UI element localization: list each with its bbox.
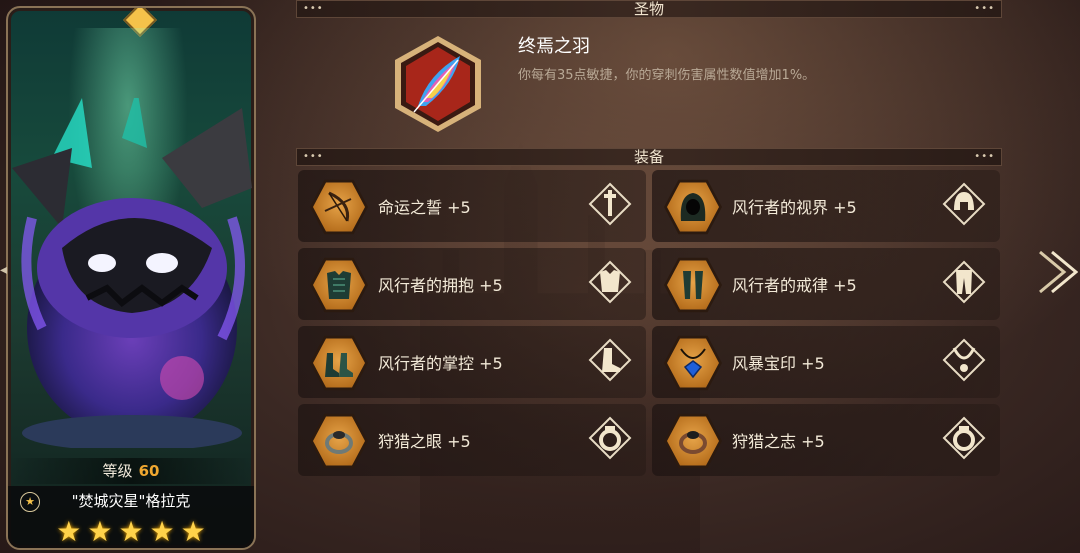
ring-slot-icon <box>942 416 986 460</box>
equipment-label: 命运之誓 +5 <box>378 198 471 217</box>
equipment-item[interactable]: 狩猎之眼 +5 <box>298 404 646 476</box>
item-frame <box>310 179 368 235</box>
item-frame <box>310 335 368 391</box>
weapon-slot-icon <box>588 182 632 226</box>
decor-dots: ••• <box>303 151 324 162</box>
equipment-item[interactable]: 风行者的掌控 +5 <box>298 326 646 398</box>
necklace-slot-icon <box>942 338 986 382</box>
hero-portrait <box>12 98 252 448</box>
ring-icon <box>679 431 707 454</box>
equipment-label: 风暴宝印 +5 <box>732 354 825 373</box>
feather-icon[interactable] <box>388 34 488 134</box>
equipment-label: 狩猎之志 +5 <box>732 432 825 451</box>
armor-slot-icon <box>588 260 632 304</box>
equipment-item[interactable]: 命运之誓 +5 <box>298 170 646 242</box>
relic-description: 你每有35点敏捷，你的穿刺伤害属性数值增加1%。 <box>518 68 816 83</box>
legs-slot-icon <box>942 260 986 304</box>
equipment-item[interactable]: 风行者的拥抱 +5 <box>298 248 646 320</box>
star-icon: ★ <box>149 515 175 548</box>
hero-name-bar: ★ "焚城灾星"格拉克 <box>8 486 254 516</box>
bow-icon <box>324 191 352 222</box>
equipment-label: 风行者的戒律 +5 <box>732 276 857 295</box>
equipment-label: 风行者的拥抱 +5 <box>378 276 503 295</box>
boots-slot-icon <box>588 338 632 382</box>
equipment-item[interactable]: 狩猎之志 +5 <box>652 404 1000 476</box>
boots-icon <box>325 353 353 377</box>
item-frame <box>664 335 722 391</box>
decor-dots: ••• <box>303 3 324 14</box>
equipment-label: 风行者的视界 +5 <box>732 198 857 217</box>
equipment-label: 狩猎之眼 +5 <box>378 432 471 451</box>
relic-section-title: 圣物 <box>633 0 664 18</box>
equipment-section-title: 装备 <box>633 148 664 166</box>
relic-title: 终焉之羽 <box>518 36 590 57</box>
hood-icon <box>680 193 706 221</box>
leg-armor-icon <box>683 271 703 299</box>
level-value: 60 <box>138 462 160 480</box>
ring-slot-icon <box>588 416 632 460</box>
decor-dots: ••• <box>974 3 995 14</box>
star-rating: ★ ★ ★ ★ ★ <box>8 516 254 548</box>
rank-star-icon: ★ <box>20 492 40 512</box>
equipment-section-header: ••• 装备 ••• <box>296 148 1002 166</box>
chest-armor-icon <box>327 271 351 299</box>
equipment-item[interactable]: 风行者的戒律 +5 <box>652 248 1000 320</box>
item-frame <box>664 413 722 469</box>
star-icon: ★ <box>118 515 144 548</box>
equipment-item[interactable]: 风暴宝印 +5 <box>652 326 1000 398</box>
star-icon: ★ <box>87 515 113 548</box>
equipment-item[interactable]: 风行者的视界 +5 <box>652 170 1000 242</box>
chevron-right-icon[interactable] <box>1034 246 1078 298</box>
item-frame <box>664 257 722 313</box>
ring-icon <box>325 431 353 454</box>
decor-dots: ••• <box>974 151 995 162</box>
chevron-left-icon[interactable]: ◂ <box>0 262 7 278</box>
star-icon: ★ <box>56 515 82 548</box>
hero-name: "焚城灾星"格拉克 <box>71 492 191 510</box>
item-frame <box>664 179 722 235</box>
helmet-slot-icon <box>942 182 986 226</box>
item-frame <box>310 257 368 313</box>
star-icon: ★ <box>180 515 206 548</box>
hero-card[interactable]: 等级 60 ★ "焚城灾星"格拉克 ★ ★ ★ ★ ★ <box>6 6 256 550</box>
equipment-label: 风行者的掌控 +5 <box>378 354 503 373</box>
level-label: 等级 <box>102 462 133 480</box>
hero-level: 等级 60 <box>8 458 254 484</box>
item-frame <box>310 413 368 469</box>
relic-section-header: ••• 圣物 ••• <box>296 0 1002 18</box>
amulet-icon <box>680 348 706 379</box>
